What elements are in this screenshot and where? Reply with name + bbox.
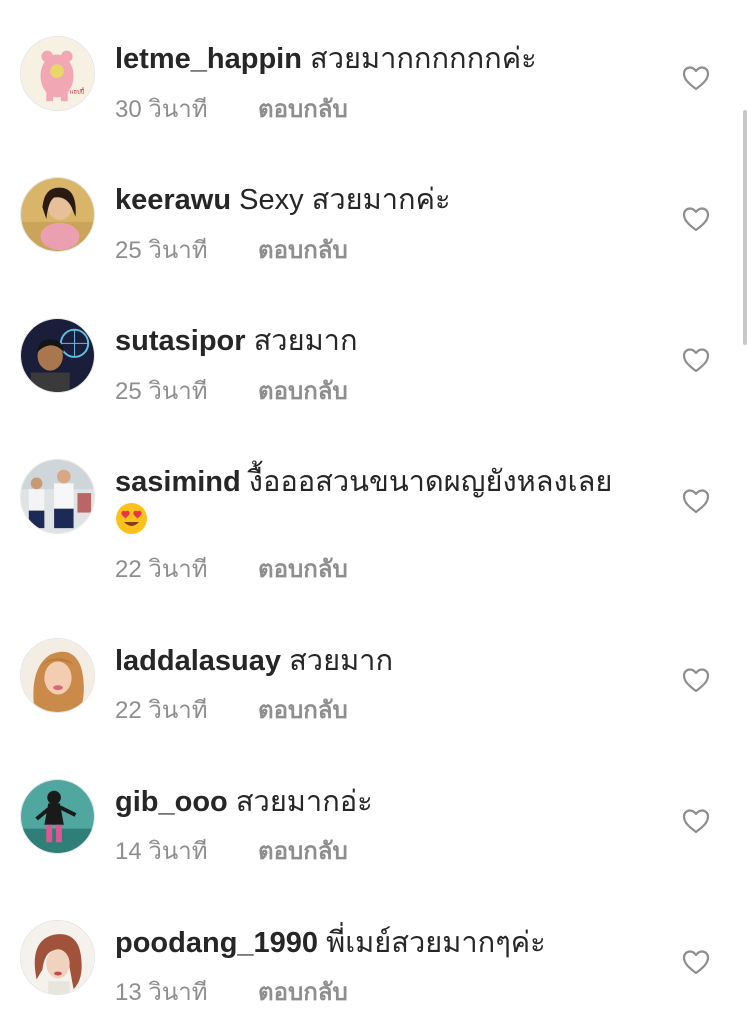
reply-button[interactable]: ตอบกลับ (258, 978, 348, 1008)
reply-button[interactable]: ตอบกลับ (258, 236, 348, 266)
comment-meta: 22 วินาที ตอบกลับ (115, 696, 348, 726)
comment-text: gib_ooo สวยมากอ่ะ (115, 783, 655, 821)
avatar[interactable] (20, 779, 95, 854)
comment-time: 30 วินาที (115, 96, 208, 123)
reply-button[interactable]: ตอบกลับ (258, 377, 348, 407)
comment-username[interactable]: letme_happin (115, 43, 302, 75)
comment-body: Sexy สวยมากค่ะ (239, 184, 451, 216)
comment-time: 13 วินาที (115, 979, 208, 1006)
comment-meta: 25 วินาที ตอบกลับ (115, 377, 348, 407)
avatar-image (21, 460, 94, 533)
comment-body: งื้อออสวนขนาดผญยังหลงเลย (248, 466, 613, 498)
avatar[interactable] (20, 318, 95, 393)
reply-button[interactable]: ตอบกลับ (258, 837, 348, 867)
comment-meta: 30 วินาที ตอบกลับ (115, 95, 348, 125)
comment-text: sutasipor สวยมาก (115, 322, 655, 360)
avatar[interactable]: แฮปปี้ (20, 36, 95, 111)
avatar[interactable] (20, 177, 95, 252)
comment-time: 25 วินาที (115, 378, 208, 405)
comment-body: พี่เมย์สวยมากๆค่ะ (326, 927, 546, 959)
heart-outline-icon[interactable] (682, 206, 710, 232)
comment-meta: 14 วินาที ตอบกลับ (115, 837, 348, 867)
comment-username[interactable]: gib_ooo (115, 786, 228, 818)
comment-text: letme_happin สวยมากกกกกกค่ะ (115, 40, 655, 78)
comment-body: สวยมาก (253, 325, 358, 357)
avatar[interactable] (20, 920, 95, 995)
heart-outline-icon[interactable] (682, 65, 710, 91)
reply-button[interactable]: ตอบกลับ (258, 555, 348, 585)
reply-button[interactable]: ตอบกลับ (258, 696, 348, 726)
heart-outline-icon[interactable] (682, 347, 710, 373)
comment-list: แฮปปี้ letme_happin สวยมากกกกกกค่ะ 30 วิ… (0, 0, 747, 1024)
heart-outline-icon[interactable] (682, 488, 710, 514)
heart-outline-icon[interactable] (682, 949, 710, 975)
comment-username[interactable]: sasimind (115, 466, 241, 498)
avatar-image (21, 780, 94, 853)
heart-eyes-emoji (115, 502, 148, 535)
comment-time: 22 วินาที (115, 556, 208, 583)
comment-meta: 13 วินาที ตอบกลับ (115, 978, 348, 1008)
comment-meta: 22 วินาที ตอบกลับ (115, 555, 348, 585)
avatar-image (21, 639, 94, 712)
comment-username[interactable]: poodang_1990 (115, 927, 318, 959)
comment-body: สวยมากกกกกกค่ะ (310, 43, 537, 75)
comment-username[interactable]: laddalasuay (115, 645, 281, 677)
comment-body: สวยมาก (289, 645, 394, 677)
avatar[interactable] (20, 459, 95, 534)
heart-outline-icon[interactable] (682, 667, 710, 693)
comment-username[interactable]: sutasipor (115, 325, 246, 357)
comment-time: 25 วินาที (115, 237, 208, 264)
avatar-image (21, 319, 94, 392)
comment-body: สวยมากอ่ะ (235, 786, 373, 818)
avatar-image (21, 921, 94, 994)
comment-text: laddalasuay สวยมาก (115, 642, 655, 680)
avatar[interactable] (20, 638, 95, 713)
comment-meta: 25 วินาที ตอบกลับ (115, 236, 348, 266)
comment-time: 22 วินาที (115, 697, 208, 724)
heart-outline-icon[interactable] (682, 808, 710, 834)
comment-time: 14 วินาที (115, 838, 208, 865)
scrollbar[interactable] (743, 110, 747, 345)
reply-button[interactable]: ตอบกลับ (258, 95, 348, 125)
comment-text: sasimind งื้อออสวนขนาดผญยังหลงเลย (115, 463, 655, 539)
avatar-image: แฮปปี้ (21, 37, 94, 110)
comment-text: poodang_1990 พี่เมย์สวยมากๆค่ะ (115, 924, 655, 962)
avatar-image (21, 178, 94, 251)
comment-text: keerawu Sexy สวยมากค่ะ (115, 181, 655, 219)
comment-username[interactable]: keerawu (115, 184, 231, 216)
